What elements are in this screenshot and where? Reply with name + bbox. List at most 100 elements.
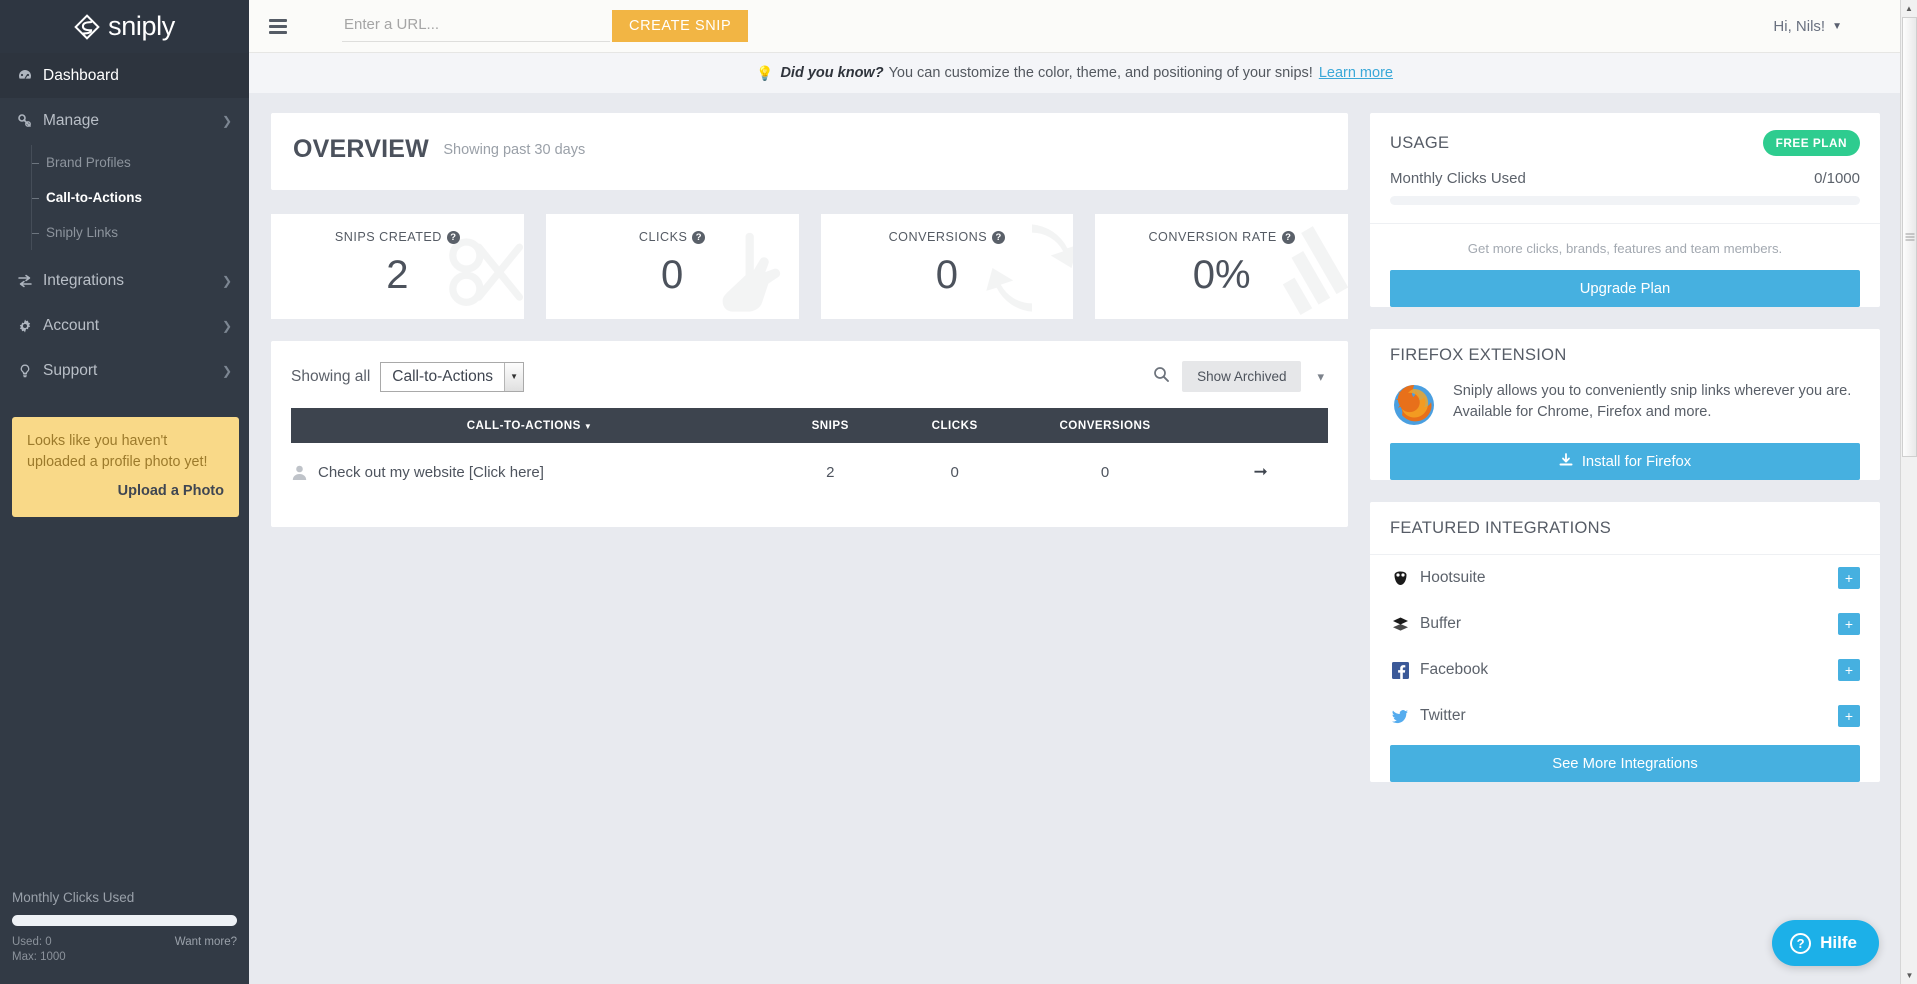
column-label: CALL-TO-ACTIONS xyxy=(466,419,581,432)
firefox-panel-title: FIREFOX EXTENSION xyxy=(1390,346,1567,364)
want-more-link[interactable]: Want more? xyxy=(175,935,237,951)
sidebar: sniply Dashboard Manage ❯ Brand Profiles… xyxy=(0,0,249,984)
column-header-conversions[interactable]: CONVERSIONS xyxy=(1016,408,1194,443)
sidebar-subitem-label: Brand Profiles xyxy=(46,155,131,170)
hamburger-menu-icon[interactable] xyxy=(269,16,287,37)
chevron-down-icon[interactable]: ▾ xyxy=(1313,369,1328,385)
overview-header-card: OVERVIEW Showing past 30 days xyxy=(271,113,1348,190)
sidebar-item-manage[interactable]: Manage ❯ xyxy=(0,98,249,143)
sidebar-item-dashboard[interactable]: Dashboard xyxy=(0,53,249,98)
profile-photo-promo: Looks like you haven't uploaded a profil… xyxy=(12,417,239,517)
lightbulb-icon xyxy=(17,363,43,379)
add-integration-button[interactable]: + xyxy=(1838,659,1860,681)
sidebar-item-label: Account xyxy=(43,316,100,334)
usage-metric-label: Monthly Clicks Used xyxy=(1390,170,1526,187)
column-header-cta[interactable]: CALL-TO-ACTIONS ▼ xyxy=(291,408,769,443)
help-chat-widget[interactable]: ? Hilfe xyxy=(1772,920,1879,966)
show-archived-button[interactable]: Show Archived xyxy=(1182,361,1302,392)
sniply-logo-icon xyxy=(74,13,100,40)
sidebar-item-label: Manage xyxy=(43,111,100,129)
column-header-clicks[interactable]: CLICKS xyxy=(892,408,1017,443)
sidebar-item-label: Integrations xyxy=(43,271,124,289)
gear-icon xyxy=(17,318,43,334)
help-chat-label: Hilfe xyxy=(1820,933,1857,952)
stat-card-conversion-rate: CONVERSION RATE ? 0% xyxy=(1095,214,1348,319)
sidebar-item-account[interactable]: Account ❯ xyxy=(0,303,249,348)
help-icon[interactable]: ? xyxy=(992,230,1006,244)
plan-badge[interactable]: FREE PLAN xyxy=(1762,130,1860,156)
stat-card-clicks: CLICKS ? 0 xyxy=(545,214,799,319)
sidebar-subitem-call-to-actions[interactable]: Call-to-Actions xyxy=(0,180,249,215)
exchange-arrows-icon xyxy=(17,273,43,289)
integration-row-twitter[interactable]: Twitter + xyxy=(1370,693,1880,739)
chevron-down-icon[interactable]: ▼ xyxy=(504,362,524,391)
featured-integrations-panel: FEATURED INTEGRATIONS Hootsuite + Buffer… xyxy=(1370,502,1880,782)
stat-label: CONVERSION RATE xyxy=(1148,230,1277,244)
arrow-right-icon[interactable]: ➞ xyxy=(1253,462,1267,481)
stat-label: CONVERSIONS xyxy=(888,230,988,244)
firefox-extension-panel: FIREFOX EXTENSION Sniply allows you to c… xyxy=(1370,329,1880,480)
integrations-panel-title: FEATURED INTEGRATIONS xyxy=(1390,519,1612,537)
integration-row-hootsuite[interactable]: Hootsuite + xyxy=(1370,555,1880,601)
scroll-up-arrow-icon[interactable]: ▲ xyxy=(1901,0,1917,17)
facebook-icon xyxy=(1390,661,1410,679)
sidebar-subitem-label: Sniply Links xyxy=(46,225,119,240)
buffer-layers-icon xyxy=(1390,616,1410,633)
url-input[interactable] xyxy=(342,10,610,42)
sidebar-usage-progressbar xyxy=(12,914,237,926)
stat-label: SNIPS CREATED xyxy=(334,230,442,244)
add-integration-button[interactable]: + xyxy=(1838,613,1860,635)
search-icon[interactable] xyxy=(1153,366,1170,388)
main-content: OVERVIEW Showing past 30 days SNIPS CREA… xyxy=(249,93,1900,984)
top-navbar: CREATE SNIP Hi, Nils! ▼ xyxy=(249,0,1900,53)
see-more-integrations-button[interactable]: See More Integrations xyxy=(1390,745,1860,782)
question-mark-icon: ? xyxy=(1790,932,1812,954)
tree-dash xyxy=(31,162,39,164)
sidebar-item-label: Support xyxy=(43,361,98,379)
install-firefox-button[interactable]: Install for Firefox xyxy=(1390,443,1860,480)
usage-metric-value: 0/1000 xyxy=(1814,170,1860,187)
create-snip-button[interactable]: CREATE SNIP xyxy=(612,10,749,42)
chevron-right-icon: ❯ xyxy=(221,273,232,288)
scrollbar-grip xyxy=(1905,232,1914,243)
scrollbar-thumb[interactable] xyxy=(1902,17,1917,457)
help-icon[interactable]: ? xyxy=(1281,230,1295,244)
help-icon[interactable]: ? xyxy=(446,230,460,244)
left-column: OVERVIEW Showing past 30 days SNIPS CREA… xyxy=(271,113,1348,527)
usage-panel-title: USAGE xyxy=(1390,133,1450,152)
column-header-snips[interactable]: SNIPS xyxy=(768,408,893,443)
integration-row-buffer[interactable]: Buffer + xyxy=(1370,601,1880,647)
stat-card-conversions: CONVERSIONS ? 0 xyxy=(820,214,1074,319)
upgrade-plan-button[interactable]: Upgrade Plan xyxy=(1390,270,1860,307)
banner-lead: Did you know? xyxy=(780,65,884,81)
entity-filter-select[interactable]: Call-to-Actions ▼ xyxy=(380,361,525,392)
stats-row: SNIPS CREATED ? 2 CLICKS ? 0 CONVERSIONS… xyxy=(271,214,1348,319)
page-scrollbar[interactable]: ▲ ▼ xyxy=(1900,0,1917,984)
overview-subtitle: Showing past 30 days xyxy=(443,141,586,158)
banner-text: You can customize the color, theme, and … xyxy=(888,65,1313,81)
sidebar-item-support[interactable]: Support ❯ xyxy=(0,348,249,393)
user-menu[interactable]: Hi, Nils! ▼ xyxy=(1773,18,1842,35)
integration-name: Buffer xyxy=(1420,615,1462,632)
stat-value: 0 xyxy=(935,253,958,297)
table-row[interactable]: Check out my website [Click here] 2 0 0 … xyxy=(291,443,1328,501)
cell-row-action: ➞ xyxy=(1193,443,1328,501)
upload-photo-link[interactable]: Upload a Photo xyxy=(27,481,224,503)
sidebar-subitem-sniply-links[interactable]: Sniply Links xyxy=(0,215,249,250)
scroll-down-arrow-icon[interactable]: ▼ xyxy=(1901,967,1917,984)
sidebar-subitem-brand-profiles[interactable]: Brand Profiles xyxy=(0,145,249,180)
column-header-actions xyxy=(1193,408,1328,443)
add-integration-button[interactable]: + xyxy=(1838,705,1860,727)
integration-row-facebook[interactable]: Facebook + xyxy=(1370,647,1880,693)
banner-learn-more-link[interactable]: Learn more xyxy=(1319,65,1393,81)
add-integration-button[interactable]: + xyxy=(1838,567,1860,589)
brand-logo[interactable]: sniply xyxy=(0,0,249,53)
chevron-right-icon: ❯ xyxy=(221,363,232,378)
tree-dash xyxy=(31,232,39,234)
cell-snips: 2 xyxy=(826,463,835,481)
sidebar-item-integrations[interactable]: Integrations ❯ xyxy=(0,258,249,303)
help-icon[interactable]: ? xyxy=(692,230,706,244)
sidebar-usage-footer: Monthly Clicks Used Used: 0 Max: 1000 Wa… xyxy=(0,890,249,984)
firefox-description: Sniply allows you to conveniently snip l… xyxy=(1453,383,1852,420)
stat-value: 0 xyxy=(661,253,684,297)
